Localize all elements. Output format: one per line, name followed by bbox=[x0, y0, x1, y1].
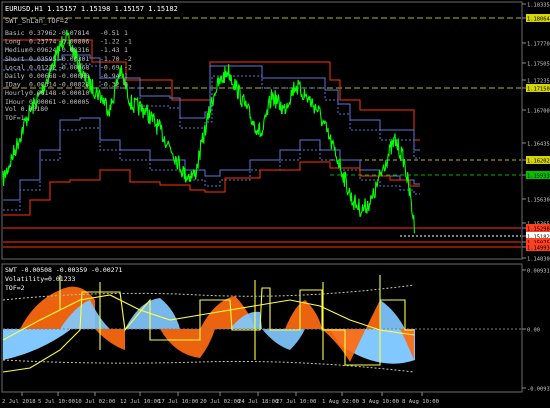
table-cell: -0.00301 bbox=[58, 55, 89, 63]
table-cell: -1.22 bbox=[100, 38, 120, 46]
table-cell: 0.00148 bbox=[29, 89, 56, 97]
price-label: 1.16435 bbox=[527, 142, 550, 148]
indicator-label: 0.00 bbox=[527, 328, 540, 334]
table-cell: IDay bbox=[5, 81, 21, 89]
time-label: 5 Jul 10:00 bbox=[38, 399, 75, 405]
table-cell: -1.70 bbox=[100, 55, 120, 63]
table-cell: 0 bbox=[124, 81, 128, 89]
price-axis: 1.18335 1.18064 1.17770 1.17505 1.17235 1.171… bbox=[522, 3, 550, 263]
time-label: 17 Jul 10:00 bbox=[158, 399, 198, 405]
tof-line: TOF=1 bbox=[5, 114, 25, 122]
indicator-axis: 0.00931 0.00 -0.00931 bbox=[522, 269, 550, 393]
table-cell: 1 bbox=[124, 46, 128, 54]
price-label: 1.17505 bbox=[527, 62, 550, 68]
table-cell: 0.37962 bbox=[29, 29, 56, 37]
price-label: 1.15630 bbox=[527, 198, 550, 204]
table-cell: 0.01232 bbox=[29, 63, 56, 71]
price-label: 1.16202 bbox=[527, 159, 550, 165]
time-label: 24 Jul 18:00 bbox=[238, 399, 278, 405]
table-cell: Local bbox=[5, 63, 25, 71]
table-cell: -0.00010 bbox=[58, 89, 89, 97]
time-label: 10 Jul 02:00 bbox=[75, 399, 115, 405]
table-cell: -0.00068 bbox=[58, 63, 89, 71]
table-cell: Hourly bbox=[5, 89, 29, 97]
table-cell: -0.32 bbox=[100, 81, 120, 89]
table-cell: -0.69 bbox=[100, 63, 120, 71]
time-label: 2 Jul 2018 bbox=[2, 399, 36, 405]
price-label: 1.18064 bbox=[527, 17, 550, 23]
indicator-label: 0.00931 bbox=[527, 269, 550, 275]
table-cell: -1.43 bbox=[100, 46, 120, 54]
price-label: 1.15933 bbox=[527, 174, 550, 180]
price-label: 1.17770 bbox=[527, 42, 550, 48]
table-cell: Daily bbox=[5, 72, 25, 80]
price-label: 1.17235 bbox=[527, 79, 550, 85]
table-cell: -1 bbox=[124, 38, 132, 46]
sub-volatility: Volatility=0.01233 bbox=[5, 275, 76, 283]
time-label: 8 Aug 10:00 bbox=[402, 399, 439, 405]
table-cell: 0.00668 bbox=[29, 72, 56, 80]
table-cell: Basic bbox=[5, 29, 25, 37]
trading-chart[interactable]: EURUSD,H1 1.15157 1.15198 1.15157 1.1518… bbox=[0, 0, 550, 408]
time-label: 3 Aug 10:00 bbox=[362, 399, 399, 405]
sub-tof: TOF=2 bbox=[5, 284, 25, 292]
table-cell: -0.00068 bbox=[58, 72, 89, 80]
table-cell: 1 bbox=[124, 29, 128, 37]
table-cell: 1 bbox=[124, 72, 128, 80]
table-cell: -2 bbox=[124, 63, 132, 71]
time-label: 27 Jul 10:00 bbox=[276, 399, 316, 405]
table-cell: 0.03595 bbox=[29, 55, 56, 63]
table-cell: -2 bbox=[124, 55, 132, 63]
table-cell: 0.00314 bbox=[29, 81, 56, 89]
table-cell: -0.94 bbox=[100, 72, 120, 80]
price-label: 1.14993 bbox=[527, 246, 550, 252]
table-cell: -0.00316 bbox=[58, 46, 89, 54]
sub-header: SWT -0.00508 -0.00359 -0.00271 bbox=[5, 266, 122, 274]
symbol-header: EURUSD,H1 1.15157 1.15198 1.15157 1.1518… bbox=[5, 5, 178, 13]
price-label: 1.14830 bbox=[527, 257, 550, 263]
time-label: 20 Jul 02:00 bbox=[200, 399, 240, 405]
price-label: 1.17150 bbox=[527, 87, 550, 93]
indicator-title: SWT_SnLan_TOF=2 bbox=[5, 17, 68, 25]
table-cell: Long bbox=[5, 38, 21, 46]
table-cell: -0.00005 bbox=[58, 98, 89, 106]
table-cell: 0.09624 bbox=[29, 46, 56, 54]
vol-line: Vol 0.00180 bbox=[5, 105, 48, 113]
table-cell: -0.07814 bbox=[58, 29, 89, 37]
indicator-label: -0.00931 bbox=[527, 387, 550, 393]
table-cell: -0.51 bbox=[100, 29, 120, 37]
price-label: 1.18335 bbox=[527, 3, 550, 9]
table-cell: -0.00806 bbox=[58, 38, 89, 46]
table-cell: Short bbox=[5, 55, 25, 63]
table-cell: 0.23774 bbox=[29, 38, 56, 46]
time-label: 1 Aug 02:00 bbox=[322, 399, 359, 405]
price-label: 1.15298 bbox=[527, 227, 550, 233]
table-cell: Medium bbox=[5, 46, 29, 54]
time-axis: 2 Jul 2018 5 Jul 10:00 10 Jul 02:00 12 Jul … bbox=[2, 392, 439, 405]
table-cell: -0.00028 bbox=[58, 81, 89, 89]
time-label: 12 Jul 10:00 bbox=[120, 399, 160, 405]
price-label: 1.16700 bbox=[527, 109, 550, 115]
